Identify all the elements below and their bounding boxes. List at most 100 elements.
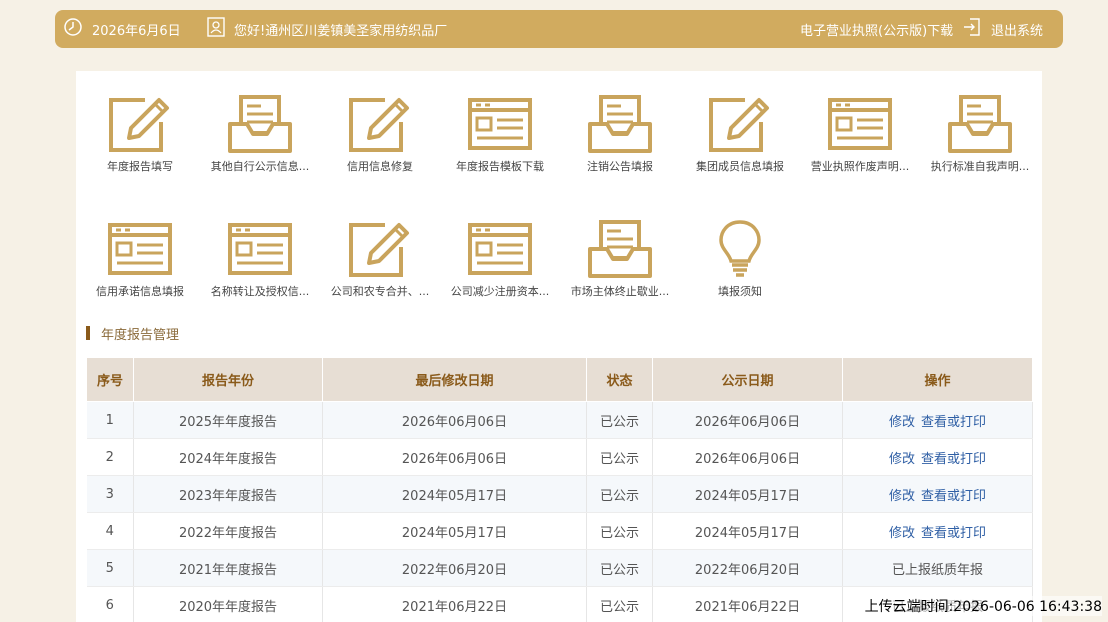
form-icon[interactable] (440, 94, 560, 154)
icon-tile-label[interactable]: 其他自行公示信息... (200, 158, 320, 174)
edit-icon[interactable] (320, 94, 440, 154)
bulb-icon[interactable] (680, 219, 800, 279)
cell-published: 2021年06月22日 (652, 586, 843, 622)
form-icon[interactable] (800, 94, 920, 154)
cell-modified: 2024年05月17日 (322, 475, 587, 513)
icon-tile-label[interactable]: 执行标准自我声明... (920, 158, 1040, 174)
tray-icon[interactable] (920, 94, 1040, 154)
icon-tile-label[interactable]: 公司减少注册资本... (440, 283, 560, 299)
cell-published: 2024年05月17日 (652, 512, 843, 550)
edit-icon[interactable] (680, 94, 800, 154)
col-header-published: 公示日期 (652, 357, 843, 402)
form-icon[interactable] (440, 219, 560, 279)
cell-no: 1 (86, 401, 134, 439)
annual-report-table: 序号 报告年份 最后修改日期 状态 公示日期 操作 1 2025年年度报告 2026… (86, 357, 1033, 622)
table-header-row: 序号 报告年份 最后修改日期 状态 公示日期 操作 (86, 357, 1033, 402)
edit-link[interactable]: 修改 (889, 489, 915, 504)
edit-link[interactable]: 修改 (889, 415, 915, 430)
edit-link[interactable]: 修改 (889, 452, 915, 467)
view-print-link[interactable]: 查看或打印 (921, 526, 986, 541)
icon-tile[interactable]: 年度报告填写 (80, 94, 200, 174)
cell-modified: 2024年05月17日 (322, 512, 587, 550)
table-row: 3 2023年年度报告 2024年05月17日 已公示 2024年05月17日 修改 查看或… (86, 475, 1033, 513)
view-print-link[interactable]: 查看或打印 (921, 452, 986, 467)
icon-tile[interactable]: 市场主体终止歇业... (560, 219, 680, 299)
cell-actions: 修改 查看或打印 (842, 475, 1033, 513)
edit-link[interactable]: 修改 (889, 526, 915, 541)
view-print-link[interactable]: 查看或打印 (921, 415, 986, 430)
license-download-label[interactable]: 电子营业执照(公示版)下载 (800, 20, 953, 39)
icon-tile-label[interactable]: 信用承诺信息填报 (80, 283, 200, 299)
icon-tile-label[interactable]: 年度报告模板下载 (440, 158, 560, 174)
cell-no: 5 (86, 549, 134, 587)
tray-icon[interactable] (200, 94, 320, 154)
icon-tile[interactable]: 名称转让及授权信... (200, 219, 320, 299)
logout-button[interactable]: 退出系统 (962, 10, 1043, 48)
user-icon (207, 17, 225, 41)
date-text: 2026年6月6日 (92, 23, 181, 39)
icon-tile[interactable]: 执行标准自我声明... (920, 94, 1040, 174)
icon-tile[interactable]: 公司和农专合并、... (320, 219, 440, 299)
logout-icon[interactable] (962, 17, 982, 41)
icon-tile-label[interactable]: 营业执照作废声明... (800, 158, 920, 174)
tray-icon[interactable] (560, 94, 680, 154)
cell-status: 已公示 (586, 549, 653, 587)
icon-tile[interactable]: 公司减少注册资本... (440, 219, 560, 299)
cell-status: 已公示 (586, 586, 653, 622)
icon-tile-label[interactable]: 公司和农专合并、... (320, 283, 440, 299)
icon-tile[interactable]: 营业执照作废声明... (800, 94, 920, 174)
cell-actions: 已上报纸质年报 (842, 549, 1033, 587)
icon-tile-label[interactable]: 集团成员信息填报 (680, 158, 800, 174)
form-icon[interactable] (80, 219, 200, 279)
cell-modified: 2026年06月06日 (322, 438, 587, 476)
greeting-text: 您好!通州区川姜镇美圣家用纺织品厂 (234, 23, 448, 39)
icon-tile-label[interactable]: 信用信息修复 (320, 158, 440, 174)
icon-tile-label[interactable]: 市场主体终止歇业... (560, 283, 680, 299)
cell-year: 2020年年度报告 (133, 586, 323, 622)
cell-modified: 2026年06月06日 (322, 401, 587, 439)
cell-actions: 修改 查看或打印 (842, 401, 1033, 439)
icon-tile-label[interactable]: 注销公告填报 (560, 158, 680, 174)
table-row: 5 2021年年度报告 2022年06月20日 已公示 2022年06月20日 已上报纸质… (86, 549, 1033, 587)
edit-icon[interactable] (80, 94, 200, 154)
tray-icon[interactable] (560, 219, 680, 279)
cell-published: 2026年06月06日 (652, 401, 843, 439)
icon-tile[interactable]: 填报须知 (680, 219, 800, 299)
cell-year: 2023年年度报告 (133, 475, 323, 513)
cell-status: 已公示 (586, 438, 653, 476)
col-header-year: 报告年份 (133, 357, 323, 402)
table-row: 2 2024年年度报告 2026年06月06日 已公示 2026年06月06日 修改 查看或… (86, 438, 1033, 476)
icon-tile-label[interactable]: 填报须知 (680, 283, 800, 299)
form-icon[interactable] (200, 219, 320, 279)
cell-no: 4 (86, 512, 134, 550)
cell-year: 2022年年度报告 (133, 512, 323, 550)
section-title: 年度报告管理 (86, 325, 179, 343)
cell-published: 2026年06月06日 (652, 438, 843, 476)
icon-tile[interactable]: 集团成员信息填报 (680, 94, 800, 174)
view-print-link[interactable]: 查看或打印 (921, 489, 986, 504)
cell-actions: 修改 查看或打印 (842, 438, 1033, 476)
cell-no: 3 (86, 475, 134, 513)
icon-tile[interactable]: 年度报告模板下载 (440, 94, 560, 174)
top-bar: 2026年6月6日 您好!通州区川姜镇美圣家用纺织品厂 电子营业执照(公示版)下… (55, 10, 1063, 48)
icon-tile[interactable]: 信用承诺信息填报 (80, 219, 200, 299)
license-download-link[interactable]: 电子营业执照(公示版)下载 (800, 10, 953, 48)
cell-no: 2 (86, 438, 134, 476)
cell-year: 2024年年度报告 (133, 438, 323, 476)
icon-tile-label[interactable]: 年度报告填写 (80, 158, 200, 174)
icon-tile[interactable]: 其他自行公示信息... (200, 94, 320, 174)
cell-modified: 2022年06月20日 (322, 549, 587, 587)
icon-tile[interactable]: 信用信息修复 (320, 94, 440, 174)
cell-status: 已公示 (586, 512, 653, 550)
cell-modified: 2021年06月22日 (322, 586, 587, 622)
cell-actions: 修改 查看或打印 (842, 512, 1033, 550)
logout-label[interactable]: 退出系统 (991, 20, 1043, 39)
icon-tile[interactable]: 注销公告填报 (560, 94, 680, 174)
cell-published: 2022年06月20日 (652, 549, 843, 587)
table-row: 1 2025年年度报告 2026年06月06日 已公示 2026年06月06日 修改 查看或… (86, 401, 1033, 439)
cell-published: 2024年05月17日 (652, 475, 843, 513)
upload-timestamp: 上传云端时间:2026-06-06 16:43:38 (864, 596, 1102, 616)
cell-no: 6 (86, 586, 134, 622)
icon-tile-label[interactable]: 名称转让及授权信... (200, 283, 320, 299)
edit-icon[interactable] (320, 219, 440, 279)
